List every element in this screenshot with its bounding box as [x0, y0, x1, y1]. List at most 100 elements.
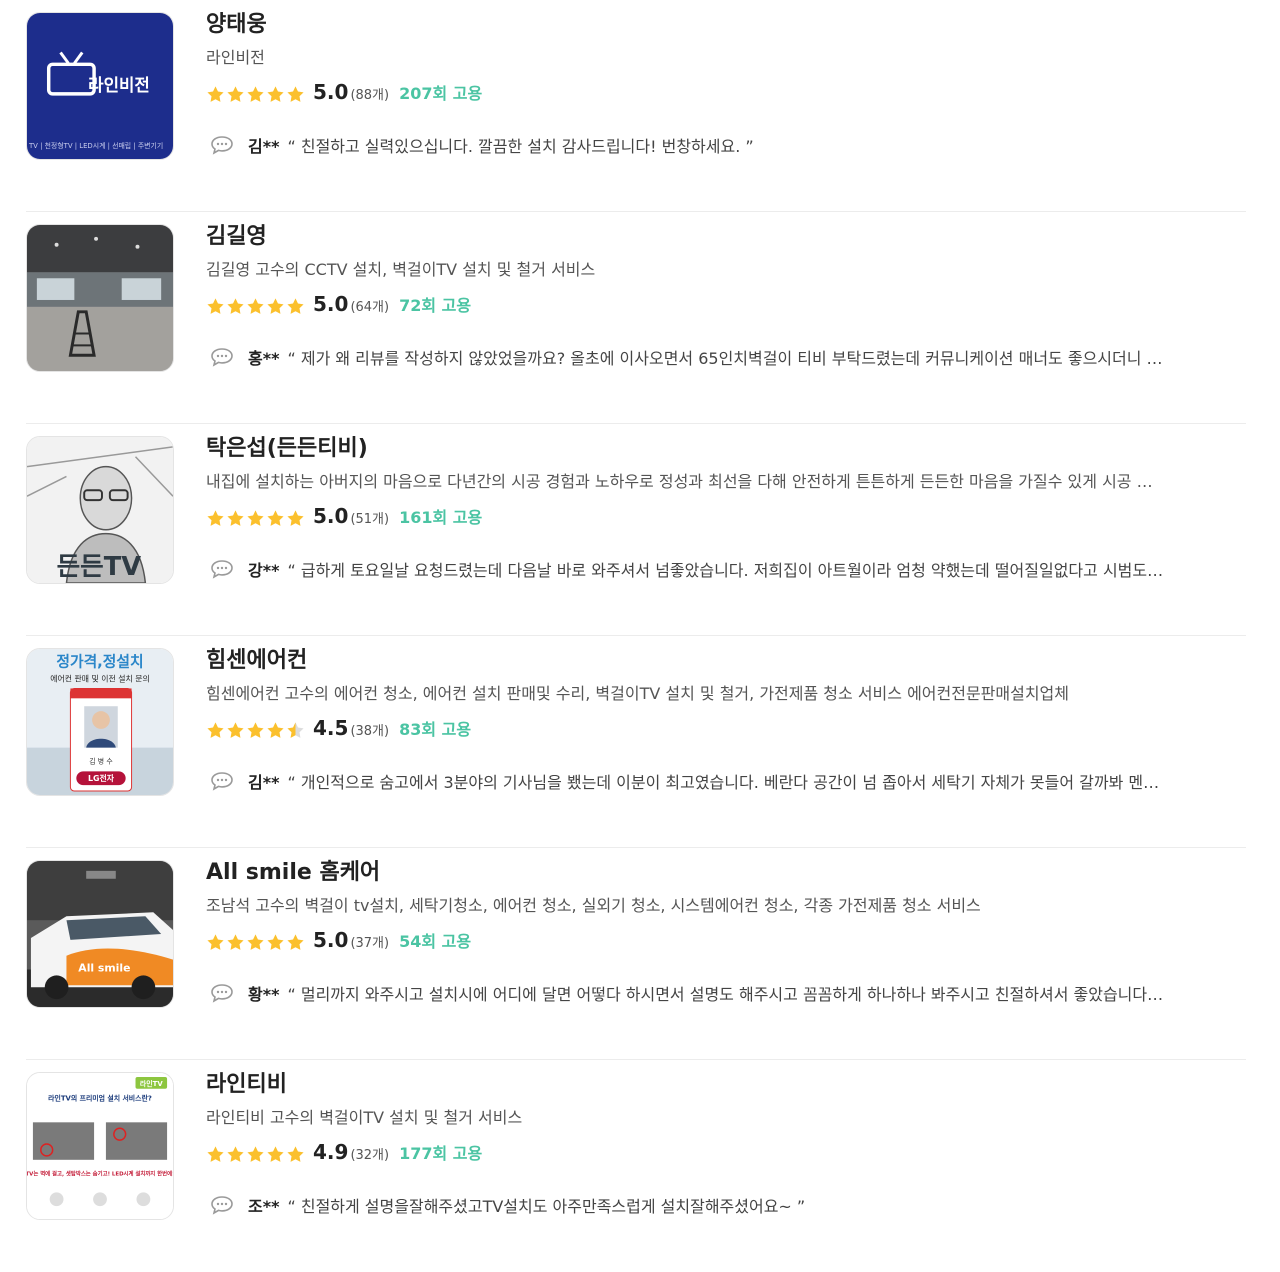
speech-bubble-icon [211, 772, 233, 791]
rating-row: 4.9 (32개) 177회 고용 [206, 1140, 1246, 1168]
provider-profile-image[interactable] [26, 224, 174, 372]
star-icon [207, 721, 224, 738]
provider-description: 내집에 설치하는 아버지의 마음으로 다년간의 시공 경험과 노하우로 정성과 … [206, 472, 1153, 491]
speech-bubble-icon [211, 1196, 233, 1215]
rating-row: 5.0 (37개) 54회 고용 [206, 928, 1246, 956]
speech-bubble-icon [211, 984, 233, 1003]
review-preview: 강** “ 급하게 토요일날 요청드렸는데 다음날 바로 와주셔서 넘좋았습니다… [206, 554, 1246, 584]
star-icon [287, 85, 304, 102]
portrait-sketch-image: 든든TV [27, 437, 173, 583]
review-preview: 김** “ 친절하고 실력있으십니다. 깔끔한 설치 감사드립니다! 번창하세요… [206, 130, 1246, 160]
provider-name[interactable]: 라인티비 [206, 1070, 1246, 1100]
star-icon [227, 721, 244, 738]
rating-score: 5.0 [313, 292, 349, 316]
star-icon [267, 85, 284, 102]
rating-score: 4.5 [313, 716, 349, 740]
thumb-title: 라인TV의 프리미엄 설치 서비스란? [48, 1094, 152, 1103]
star-rating [206, 721, 305, 740]
star-rating [206, 1145, 305, 1164]
star-icon [267, 933, 284, 950]
speech-bubble-icon [211, 348, 233, 367]
review-text: “ 멀리까지 와주시고 설치시에 어디에 달면 어떻다 하시면서 설명도 해주시… [287, 985, 1164, 1004]
provider-name[interactable]: 김길영 [206, 222, 1246, 252]
rating-row: 4.5 (38개) 83회 고용 [206, 716, 1246, 744]
hire-count: 72회 고용 [399, 296, 472, 315]
service-flyer-image: 라인TV 라인TV의 프리미엄 설치 서비스란? TV는 벽에 걸고, 셋탑박스… [27, 1073, 173, 1219]
thumb-badge-name: 김 병 수 [89, 756, 112, 765]
reviewer-name: 김** [248, 137, 280, 156]
provider-card[interactable]: All smile All smile 홈케어 조남석 고수의 벽걸이 tv설치… [26, 848, 1246, 1060]
hire-count: 83회 고용 [399, 720, 472, 739]
star-icon [247, 85, 264, 102]
star-icon [247, 297, 264, 314]
provider-list: 라인비전 TV | 천정형TV | LED시계 | 선매립 | 주변기기 양태웅… [0, 0, 1280, 1272]
thumb-subtitle: 에어컨 판매 및 이전 설치 문의 [50, 674, 149, 684]
review-count: (64개) [350, 300, 390, 315]
van-photo-image: All smile [27, 861, 173, 1007]
review-preview: 황** “ 멀리까지 와주시고 설치시에 어디에 달면 어떻다 하시면서 설명도… [206, 978, 1246, 1008]
star-icon [287, 297, 304, 314]
provider-profile-image[interactable]: 든든TV [26, 436, 174, 584]
provider-name[interactable]: All smile 홈케어 [206, 858, 1246, 888]
star-icon [227, 509, 244, 526]
reviewer-name: 김** [248, 773, 280, 792]
review-count: (32개) [350, 1148, 390, 1163]
thumb-logo-text: 라인비전 [88, 75, 150, 95]
star-icon [267, 721, 284, 738]
provider-profile-image[interactable]: 라인TV 라인TV의 프리미엄 설치 서비스란? TV는 벽에 걸고, 셋탑박스… [26, 1072, 174, 1220]
provider-description: 조남석 고수의 벽걸이 tv설치, 세탁기청소, 에어컨 청소, 실외기 청소,… [206, 896, 981, 915]
review-preview: 홍** “ 제가 왜 리뷰를 작성하지 않았었을까요? 올초에 이사오면서 65… [206, 342, 1246, 372]
provider-profile-image[interactable]: 정가격,정설치 에어컨 판매 및 이전 설치 문의 김 병 수 LG전자 [26, 648, 174, 796]
star-icon [287, 933, 304, 950]
star-icon [287, 721, 304, 738]
provider-card[interactable]: 든든TV 탁은섭(든든티비) 내집에 설치하는 아버지의 마음으로 다년간의 시… [26, 424, 1246, 636]
review-preview: 김** “ 개인적으로 숨고에서 3분야의 기사님을 뵀는데 이분이 최고였습니… [206, 766, 1246, 796]
review-text: “ 친절하게 설명을잘해주셨고TV설치도 아주만족스럽게 설치잘해주셨어요~ ” [287, 1197, 806, 1216]
rating-score: 5.0 [313, 928, 349, 952]
star-icon [207, 297, 224, 314]
provider-name[interactable]: 양태웅 [206, 10, 1246, 40]
star-icon [267, 1145, 284, 1162]
provider-card[interactable]: 정가격,정설치 에어컨 판매 및 이전 설치 문의 김 병 수 LG전자 힘센에… [26, 636, 1246, 848]
thumb-caption: TV | 천정형TV | LED시계 | 선매립 | 주변기기 [28, 141, 163, 150]
provider-name[interactable]: 힘센에어컨 [206, 646, 1246, 676]
rating-score: 5.0 [313, 80, 349, 104]
rating-score: 4.9 [313, 1140, 349, 1164]
reviewer-name: 황** [248, 985, 280, 1004]
tv-logo-image: 라인비전 TV | 천정형TV | LED시계 | 선매립 | 주변기기 [27, 13, 173, 159]
hire-count: 177회 고용 [399, 1144, 483, 1163]
rating-score: 5.0 [313, 504, 349, 528]
rating-row: 5.0 (88개) 207회 고용 [206, 80, 1246, 108]
star-icon [247, 509, 264, 526]
star-rating [206, 85, 305, 104]
thumb-logo-text: All smile [78, 961, 130, 974]
star-icon [247, 933, 264, 950]
review-text: “ 제가 왜 리뷰를 작성하지 않았었을까요? 올초에 이사오면서 65인치벽걸… [287, 349, 1163, 368]
reviewer-name: 조** [248, 1197, 280, 1216]
provider-profile-image[interactable]: All smile [26, 860, 174, 1008]
thumb-title: 정가격,정설치 [56, 653, 143, 671]
speech-bubble-icon [211, 136, 233, 155]
star-icon [267, 509, 284, 526]
ad-poster-image: 정가격,정설치 에어컨 판매 및 이전 설치 문의 김 병 수 LG전자 [27, 649, 173, 795]
provider-name[interactable]: 탁은섭(든든티비) [206, 434, 1246, 464]
hire-count: 161회 고용 [399, 508, 483, 527]
hire-count: 207회 고용 [399, 84, 483, 103]
hall-photo-image [27, 225, 173, 371]
provider-description: 라인티비 고수의 벽걸이TV 설치 및 철거 서비스 [206, 1108, 523, 1127]
reviewer-name: 홍** [248, 349, 280, 368]
review-text: “ 개인적으로 숨고에서 3분야의 기사님을 뵀는데 이분이 최고였습니다. 베… [287, 773, 1160, 792]
star-icon [287, 1145, 304, 1162]
provider-card[interactable]: 라인비전 TV | 천정형TV | LED시계 | 선매립 | 주변기기 양태웅… [26, 0, 1246, 212]
star-icon [287, 509, 304, 526]
thumb-tagline: TV는 벽에 걸고, 셋탑박스는 숨기고! LED시계 설치까지 한번에! [27, 1170, 173, 1178]
star-icon [247, 721, 264, 738]
review-count: (38개) [350, 724, 390, 739]
review-text: “ 친절하고 실력있으십니다. 깔끔한 설치 감사드립니다! 번창하세요. ” [287, 137, 754, 156]
provider-card[interactable]: 김길영 김길영 고수의 CCTV 설치, 벽걸이TV 설치 및 철거 서비스 5… [26, 212, 1246, 424]
provider-card[interactable]: 라인TV 라인TV의 프리미엄 설치 서비스란? TV는 벽에 걸고, 셋탑박스… [26, 1060, 1246, 1272]
rating-row: 5.0 (51개) 161회 고용 [206, 504, 1246, 532]
star-icon [227, 1145, 244, 1162]
provider-description: 김길영 고수의 CCTV 설치, 벽걸이TV 설치 및 철거 서비스 [206, 260, 596, 279]
provider-profile-image[interactable]: 라인비전 TV | 천정형TV | LED시계 | 선매립 | 주변기기 [26, 12, 174, 160]
